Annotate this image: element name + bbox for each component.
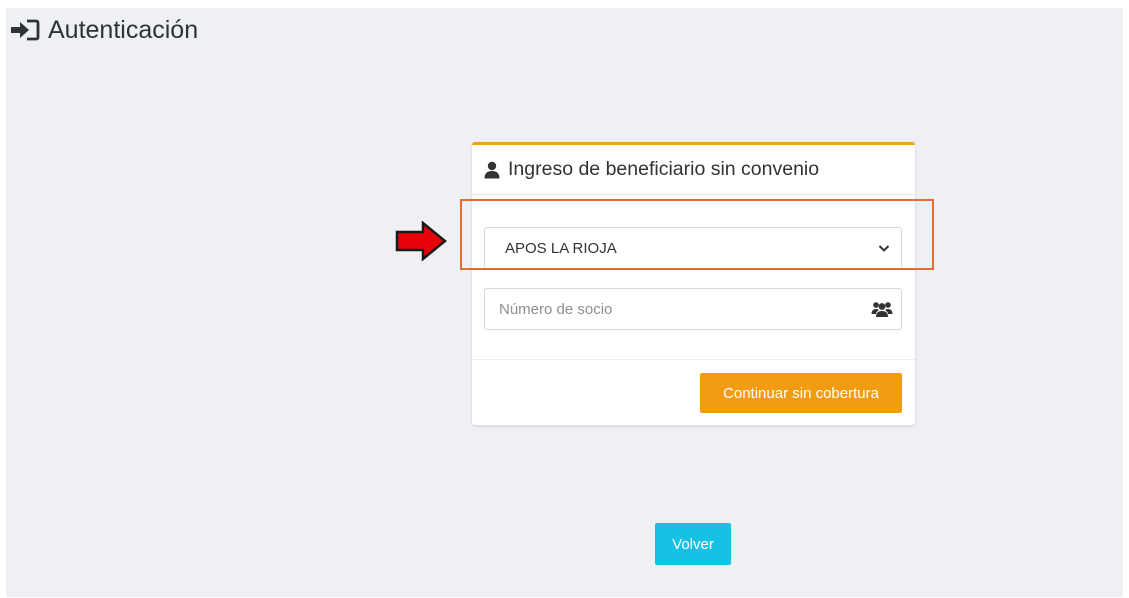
user-icon — [484, 161, 500, 179]
card-header: Ingreso de beneficiario sin convenio — [472, 145, 915, 195]
member-number-placeholder: Número de socio — [499, 300, 613, 318]
card-title: Ingreso de beneficiario sin convenio — [508, 158, 820, 180]
sign-in-icon — [10, 19, 40, 41]
back-button[interactable]: Volver — [655, 523, 731, 565]
annotation-arrow-icon — [395, 220, 447, 262]
member-number-input[interactable]: Número de socio — [484, 288, 902, 330]
page-title-text: Autenticación — [48, 16, 199, 44]
users-icon — [871, 299, 893, 319]
annotation-highlight-box — [460, 199, 934, 270]
card-divider — [472, 359, 915, 360]
continue-without-coverage-button[interactable]: Continuar sin cobertura — [700, 373, 902, 413]
page-title: Autenticación — [10, 14, 198, 46]
beneficiary-card: Ingreso de beneficiario sin convenio APO… — [472, 142, 915, 425]
